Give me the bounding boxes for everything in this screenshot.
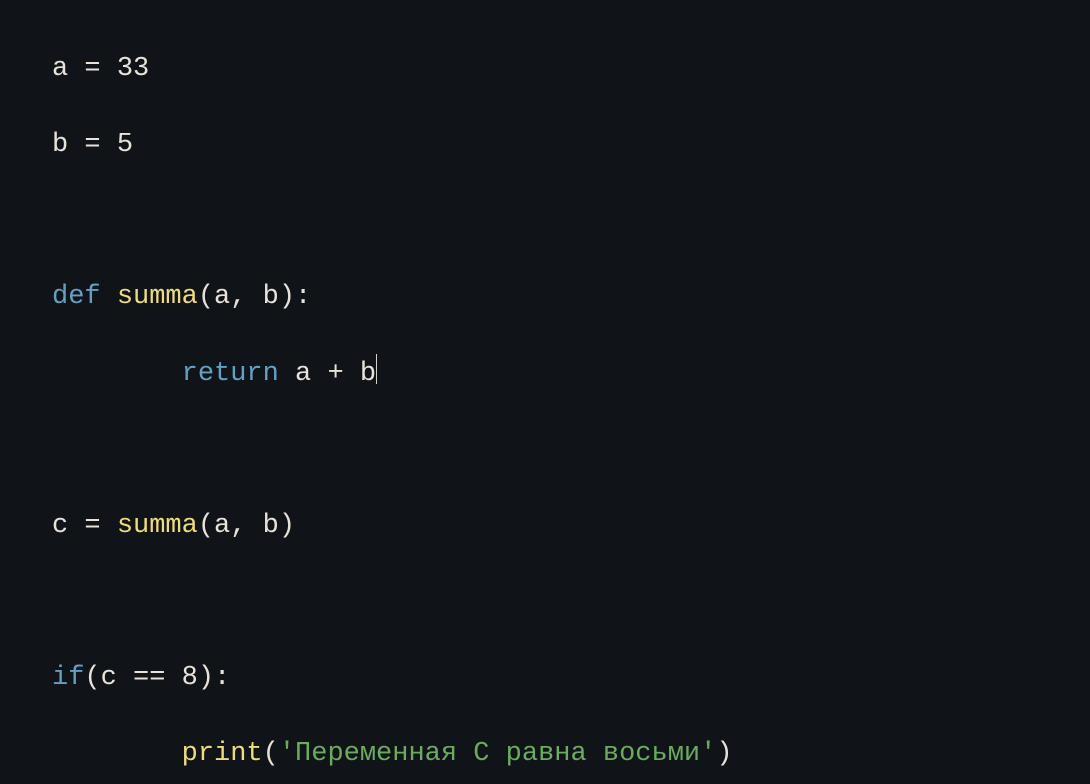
token-operator: = — [68, 54, 117, 84]
token-call: summa — [117, 511, 198, 541]
token-operator: = — [68, 130, 117, 160]
code-line[interactable]: a = 33 — [52, 50, 1090, 88]
token-paren: ( — [263, 739, 279, 769]
token-paren: ( — [198, 511, 214, 541]
token-variable: c — [52, 511, 68, 541]
token-parameters: a, b — [214, 282, 279, 312]
code-line-blank[interactable] — [52, 431, 1090, 469]
token-number: 5 — [117, 130, 133, 160]
code-line[interactable]: def summa(a, b): — [52, 278, 1090, 316]
token-number: 8 — [182, 663, 198, 693]
token-paren: ) — [279, 282, 295, 312]
code-line[interactable]: return a + b — [52, 354, 1090, 393]
code-line[interactable]: print('Переменная С равна восьми') — [52, 735, 1090, 773]
token-paren: ) — [716, 739, 732, 769]
token-keyword: return — [182, 359, 295, 389]
code-line-blank[interactable] — [52, 583, 1090, 621]
token-indent — [52, 359, 182, 389]
token-paren: ( — [84, 663, 100, 693]
token-colon: : — [295, 282, 311, 312]
token-expression: a + b — [295, 359, 376, 389]
code-line-blank[interactable] — [52, 202, 1090, 240]
token-builtin: print — [182, 739, 263, 769]
token-paren: ) — [198, 663, 214, 693]
token-keyword: if — [52, 663, 84, 693]
token-variable: a — [52, 54, 68, 84]
token-function-name: summa — [117, 282, 198, 312]
token-operator: = — [68, 511, 117, 541]
token-variable: b — [52, 130, 68, 160]
token-number: 33 — [117, 54, 149, 84]
token-string: 'Переменная С равна восьми' — [279, 739, 716, 769]
token-condition: c == — [101, 663, 182, 693]
code-line[interactable]: b = 5 — [52, 126, 1090, 164]
code-editor[interactable]: a = 33 b = 5 def summa(a, b): return a +… — [0, 0, 1090, 784]
text-cursor — [376, 354, 377, 384]
token-keyword: def — [52, 282, 117, 312]
token-arguments: a, b — [214, 511, 279, 541]
token-paren: ( — [198, 282, 214, 312]
code-line[interactable]: c = summa(a, b) — [52, 507, 1090, 545]
token-paren: ) — [279, 511, 295, 541]
token-indent — [52, 739, 182, 769]
token-colon: : — [214, 663, 230, 693]
code-line[interactable]: if(c == 8): — [52, 659, 1090, 697]
